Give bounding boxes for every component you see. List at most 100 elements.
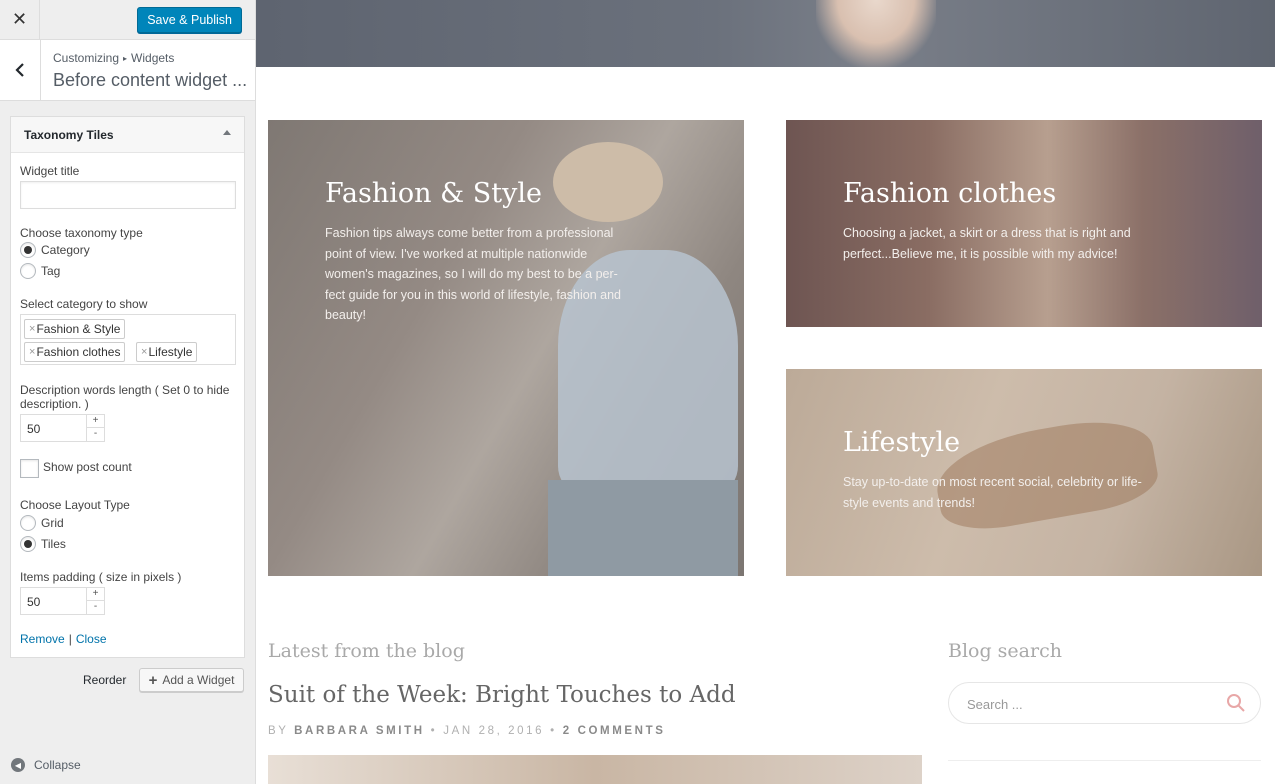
number-value: 50: [27, 422, 41, 436]
reorder-button[interactable]: Reorder: [83, 673, 126, 687]
collapse-label: Collapse: [34, 758, 81, 772]
tile-description: Choosing a jacket, a skirt or a dress th…: [843, 223, 1143, 264]
category-chip: × Fashion clothes: [24, 342, 126, 362]
description-length-input[interactable]: 50 + -: [20, 414, 105, 442]
category-tile[interactable]: Fashion & Style Fashion tips always come…: [268, 120, 744, 576]
search-icon[interactable]: [1226, 693, 1246, 713]
widget-title-input[interactable]: [20, 181, 236, 209]
increment-icon[interactable]: +: [87, 415, 104, 428]
category-tile[interactable]: Lifestyle Stay up-to-date on most recent…: [786, 369, 1262, 576]
radio-tag[interactable]: Tag: [20, 263, 60, 279]
number-spinner[interactable]: + -: [86, 415, 104, 441]
show-post-count-checkbox[interactable]: [20, 459, 39, 478]
save-publish-button[interactable]: Save & Publish: [137, 7, 242, 33]
radio-grid[interactable]: Grid: [20, 515, 64, 531]
breadcrumb-separator: ▸: [123, 54, 128, 63]
section-header: Customizing ▸ Widgets Before content widge…: [0, 40, 255, 101]
chip-label: Lifestyle: [148, 345, 193, 359]
description-length-label: Description words length ( Set 0 to hide…: [20, 383, 230, 411]
increment-icon[interactable]: +: [87, 588, 104, 601]
widget-title-label: Widget title: [20, 164, 80, 178]
layout-type-label: Choose Layout Type: [20, 498, 130, 512]
tile-title[interactable]: Lifestyle: [843, 427, 960, 458]
post-author[interactable]: BARBARA SMITH: [294, 725, 424, 737]
tile-description-line: perfect...Believe me, it is possible wit…: [843, 246, 1118, 261]
section-title: Before content widget ...: [53, 70, 248, 90]
add-widget-button[interactable]: + Add a Widget: [139, 668, 244, 692]
search-field[interactable]: Search ...: [948, 682, 1261, 724]
customizer-sidebar: ✕ Save & Publish Customizing ▸ Widgets Bef…: [0, 0, 256, 784]
select-category-label: Select category to show: [20, 297, 148, 311]
chevron-left-icon: [15, 63, 24, 77]
decrement-icon[interactable]: -: [87, 428, 104, 441]
tile-description-line: Fashion tips always come better from a p…: [325, 226, 614, 240]
chip-label: Fashion clothes: [36, 345, 121, 359]
remove-link[interactable]: Remove: [20, 632, 65, 646]
radio-label: Tag: [41, 264, 61, 278]
category-tile[interactable]: Fashion clothes Choosing a jacket, a ski…: [786, 120, 1262, 327]
radio-tiles[interactable]: Tiles: [20, 536, 66, 552]
number-spinner[interactable]: + -: [86, 588, 104, 614]
close-icon[interactable]: ✕: [0, 0, 40, 39]
link-separator: |: [68, 632, 72, 646]
radio-category[interactable]: Category: [20, 242, 90, 258]
tile-description-line: style events and trends!: [843, 495, 976, 510]
radio-selected-icon: [20, 536, 36, 552]
post-title[interactable]: Suit of the Week: Bright Touches to Add: [268, 682, 736, 708]
taxonomy-type-label: Choose taxonomy type: [20, 226, 143, 240]
post-meta: BY BARBARA SMITH • JAN 28, 2016 • 2 COMMENTS: [268, 725, 665, 737]
show-post-count-label: Show post count: [43, 460, 132, 474]
category-chip: × Lifestyle: [136, 342, 198, 362]
radio-unselected-icon: [20, 263, 36, 279]
radio-unselected-icon: [20, 515, 36, 531]
tile-title[interactable]: Fashion & Style: [325, 178, 542, 209]
category-chip: × Fashion & Style: [24, 319, 126, 339]
breadcrumb: Customizing ▸ Widgets: [53, 51, 174, 65]
breadcrumb-item: Customizing: [53, 51, 120, 65]
close-link[interactable]: Close: [76, 632, 107, 646]
tile-description-line: point of view. I've worked at multiple n…: [325, 246, 588, 261]
meta-separator: •: [550, 725, 557, 737]
items-padding-label: Items padding ( size in pixels ): [20, 570, 182, 584]
site-preview: Fashion & Style Fashion tips always come…: [256, 0, 1275, 784]
tile-description-line: women's magazines, so I will do my best …: [325, 267, 618, 281]
tile-description-line: beauty!: [325, 308, 367, 322]
tile-title[interactable]: Fashion clothes: [843, 178, 1056, 209]
remove-chip-icon[interactable]: ×: [29, 320, 35, 338]
add-widget-label: Add a Widget: [162, 673, 235, 687]
meta-by: BY: [268, 725, 289, 737]
meta-separator: •: [430, 725, 438, 737]
caret-up-icon[interactable]: [223, 130, 231, 135]
tile-description-line: fect guide for you in this world of life…: [325, 287, 621, 302]
post-comments[interactable]: 2 COMMENTS: [563, 725, 666, 737]
decrement-icon[interactable]: -: [87, 601, 104, 614]
blog-search-heading: Blog search: [948, 640, 1062, 662]
post-featured-image[interactable]: [268, 755, 922, 784]
divider: [948, 760, 1261, 761]
number-value: 50: [27, 595, 41, 609]
collapse-button[interactable]: ◀ Collapse: [11, 758, 81, 772]
widget-actions: Remove | Close: [20, 632, 107, 646]
remove-chip-icon[interactable]: ×: [141, 343, 147, 361]
header-image-detail: [816, 0, 936, 67]
tile-photo-shape: [548, 480, 738, 576]
post-date[interactable]: JAN 28, 2016: [443, 725, 544, 737]
items-padding-input[interactable]: 50 + -: [20, 587, 105, 615]
widget-header[interactable]: Taxonomy Tiles: [11, 117, 244, 153]
radio-label: Tiles: [41, 537, 66, 551]
tile-description: Fashion tips always come better from a p…: [325, 223, 625, 326]
latest-blog-heading: Latest from the blog: [268, 640, 465, 662]
radio-label: Grid: [41, 516, 64, 530]
chip-label: Fashion & Style: [36, 322, 121, 336]
header-image: [256, 0, 1275, 67]
category-multiselect[interactable]: × Fashion & Style × Fashion clothes × Lifes…: [20, 314, 236, 365]
plus-icon: +: [148, 671, 158, 689]
remove-chip-icon[interactable]: ×: [29, 343, 35, 361]
back-button[interactable]: [0, 40, 41, 100]
breadcrumb-item: Widgets: [131, 51, 175, 65]
taxonomy-tiles-widget: Taxonomy Tiles Widget title Choose taxon…: [10, 116, 245, 658]
radio-label: Category: [41, 243, 90, 257]
tile-description: Stay up-to-date on most recent social, c…: [843, 472, 1143, 513]
tile-description-line: Stay up-to-date on most recent social, c…: [843, 475, 1142, 489]
search-placeholder: Search ...: [967, 697, 1023, 712]
